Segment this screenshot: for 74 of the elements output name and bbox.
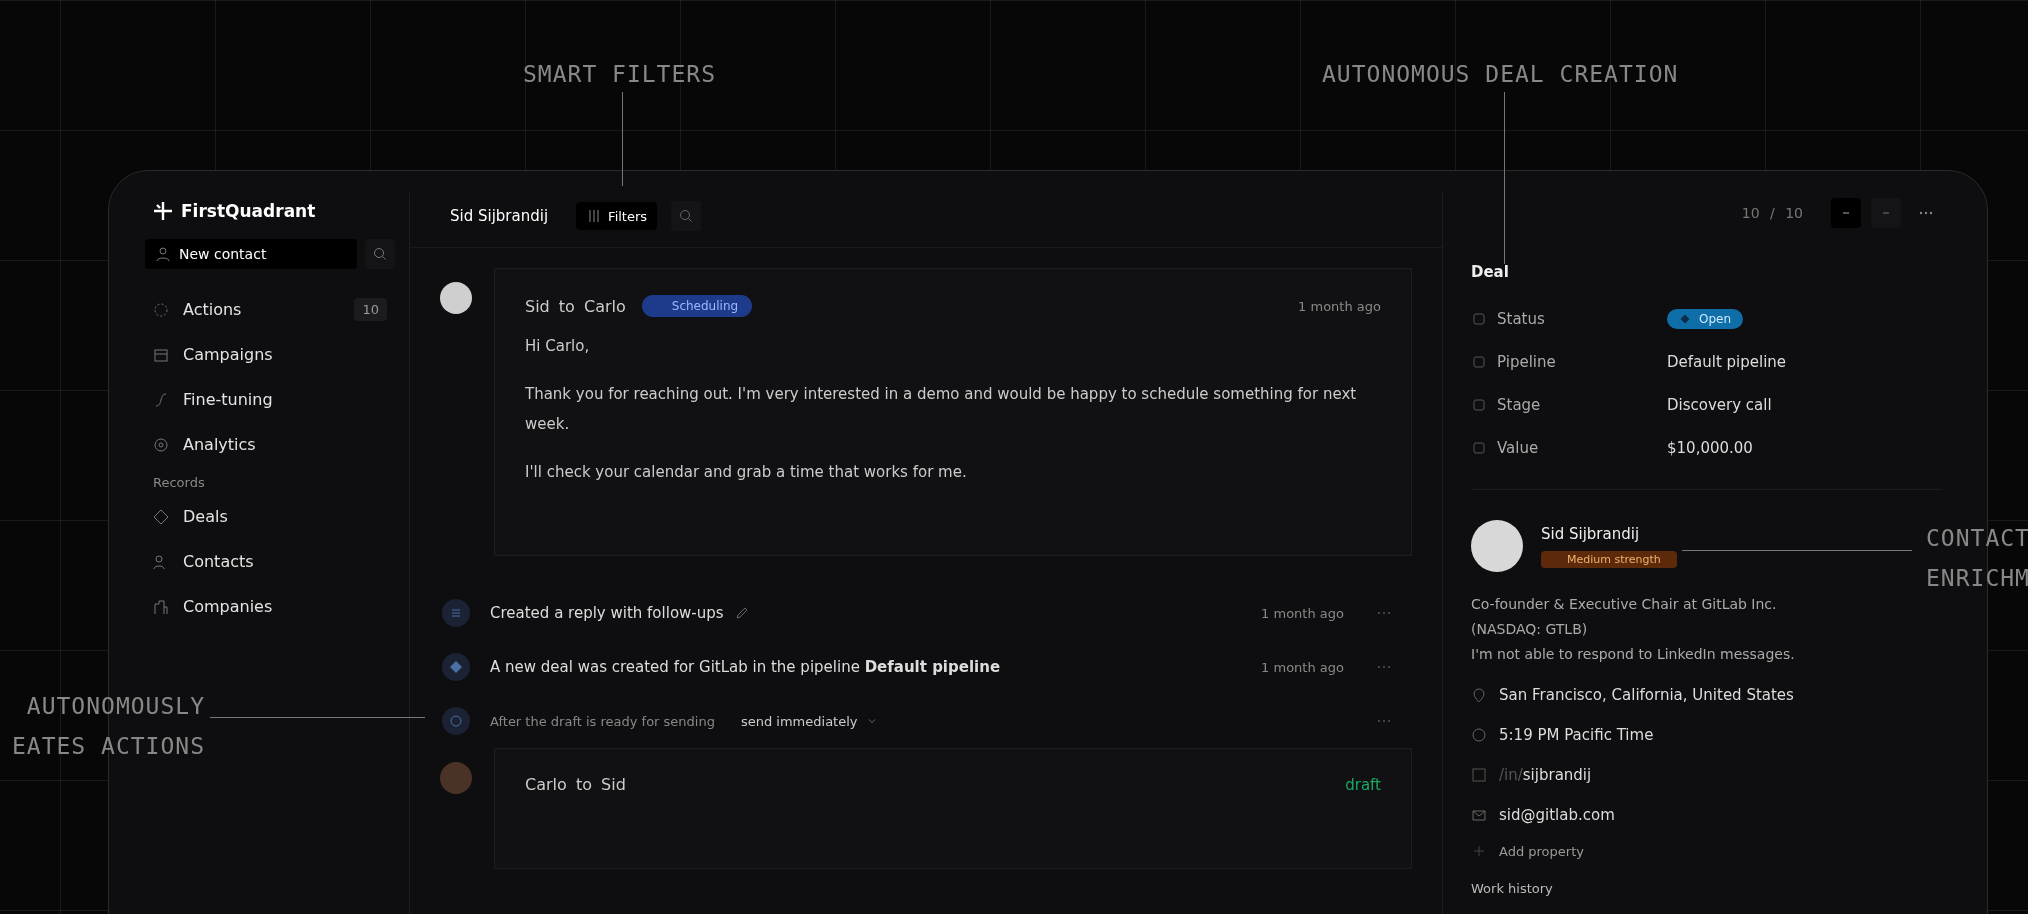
circle-icon <box>153 301 169 318</box>
draft-status: draft <box>1345 775 1381 794</box>
search-button[interactable] <box>365 239 395 269</box>
avatar-placeholder <box>1471 520 1523 572</box>
section-title: Deal <box>1471 263 1510 281</box>
dash-icon <box>1882 212 1890 214</box>
pin-icon <box>1471 687 1487 703</box>
field-label: Stage <box>1497 395 1542 414</box>
nav-item[interactable]: Campaigns <box>145 332 395 377</box>
brand-name: FirstQuadrant <box>181 201 316 221</box>
new-contact-button[interactable]: New contact <box>145 239 357 269</box>
event-text: After the draft is ready for sending <box>490 713 715 729</box>
field-label: Status <box>1497 309 1546 328</box>
field-value: Discovery call <box>1667 395 1772 414</box>
send-timing-dropdown[interactable]: send immediately <box>734 712 884 730</box>
bio-text: I'm not able to respond to LinkedIn messages. <box>1471 645 1796 664</box>
callout-label: AUTONOMOUSLY <box>26 692 205 721</box>
dash-icon <box>1842 212 1850 214</box>
field-label: Pipeline <box>1497 352 1557 371</box>
timestamp: 1 month ago <box>1261 659 1344 675</box>
list-icon <box>442 599 470 627</box>
pencil-icon[interactable] <box>733 605 750 621</box>
nav-item[interactable]: Contacts <box>145 539 395 584</box>
previous-button[interactable] <box>1831 198 1861 228</box>
callout-label: EATES ACTIONS <box>12 732 205 761</box>
status-badge: Open <box>1667 308 1744 329</box>
nav-item[interactable]: Actions 10 <box>145 287 395 332</box>
callout-label: ENRICHM <box>1926 564 2028 593</box>
diamond-icon <box>153 508 169 525</box>
search-button[interactable] <box>671 201 702 231</box>
next-button[interactable] <box>1871 198 1901 228</box>
field-value: Default pipeline <box>1667 352 1787 371</box>
strength-badge: Medium strength <box>1541 550 1677 568</box>
calendar-icon <box>153 346 169 363</box>
email-link[interactable]: sid@gitlab.com <box>1499 806 1615 824</box>
field-value: $10,000.00 <box>1667 438 1753 457</box>
bio-text: Co-founder & Executive Chair at GitLab Inc. <box>1471 595 1778 614</box>
nav-item[interactable]: Fine-tuning <box>145 377 395 422</box>
section-label: Records <box>153 475 206 490</box>
detail-text: San Francisco, California, United States <box>1499 686 1794 704</box>
nav-item[interactable]: Analytics <box>145 422 395 467</box>
nav-item[interactable]: Companies <box>145 584 395 629</box>
person-icon <box>155 246 171 262</box>
add-property-button[interactable]: Add property <box>1471 835 1941 867</box>
message-paragraph: I'll check your calendar and grab a time that works for me. <box>525 462 968 483</box>
avatar-placeholder <box>440 282 472 314</box>
detail-text: 5:19 PM Pacific Time <box>1499 726 1654 744</box>
callout-label: SMART FILTERS <box>523 60 716 89</box>
plus-icon <box>1471 843 1487 859</box>
event-text: Created a reply with follow-ups <box>490 604 724 622</box>
search-icon <box>372 246 388 262</box>
square-icon <box>1471 767 1487 783</box>
field-label: Value <box>1497 438 1540 457</box>
bio-text: (NASDAQ: GTLB) <box>1471 620 1589 639</box>
message-title: Sid to Carlo <box>525 296 626 316</box>
building-icon <box>153 598 169 615</box>
count-badge: 10 <box>354 298 387 321</box>
message-paragraph: Hi Carlo, <box>525 336 591 357</box>
contact-name: Sid Sijbrandij <box>1541 524 1640 543</box>
message-title: Carlo to Sid <box>525 775 626 794</box>
timestamp: 1 month ago <box>1298 298 1381 314</box>
envelope-icon <box>1471 807 1487 823</box>
avatar-placeholder <box>440 762 472 794</box>
filters-button[interactable]: Filters <box>576 202 658 230</box>
callout-label: AUTONOMOUS DEAL CREATION <box>1322 60 1679 89</box>
nav-item[interactable]: Deals <box>145 494 395 539</box>
profile-link[interactable]: /in/sijbrandij <box>1499 766 1592 784</box>
message-paragraph: Thank you for reaching out. I'm very interested in a demo and would be happy to schedule something for next week. <box>525 384 1358 435</box>
section-title: Work history <box>1471 881 1554 896</box>
event-text: A new deal was created for GitLab in the pipeline Default pipeline <box>490 658 1001 676</box>
timestamp: 1 month ago <box>1261 605 1344 621</box>
record-counter: 10 / 10 <box>1741 205 1803 221</box>
scheduling-tag: Scheduling <box>641 295 753 317</box>
contact-name: Sid Sijbrandij <box>450 207 549 225</box>
